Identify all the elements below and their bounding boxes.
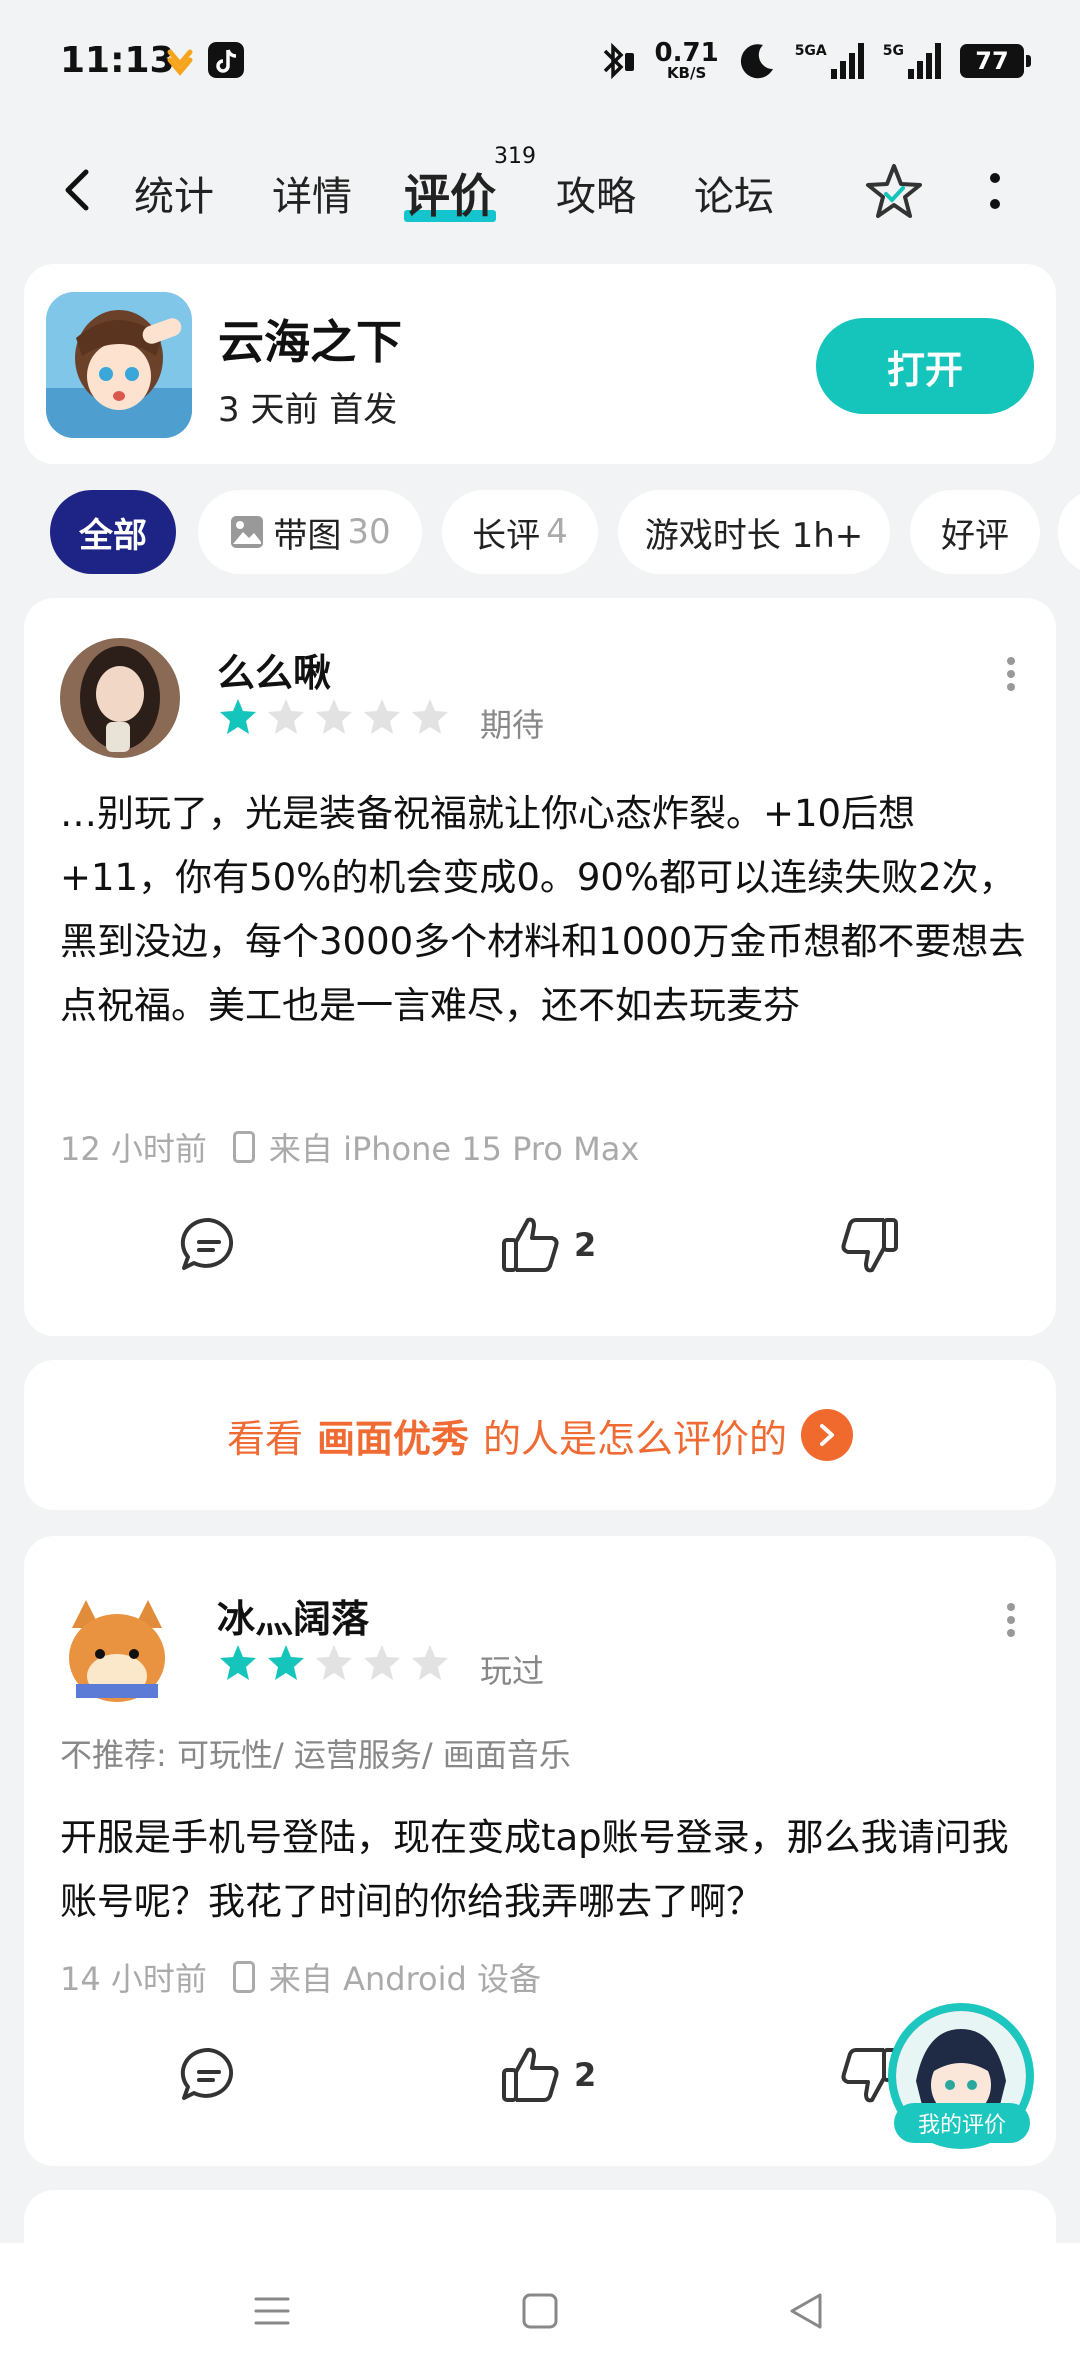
back-arrow-icon[interactable]	[58, 168, 98, 212]
comment-icon	[180, 2047, 234, 2100]
game-release-info: 3 天前 首发	[218, 390, 398, 430]
filter-chip-more[interactable]	[1058, 490, 1080, 574]
signal-bars-icon	[830, 43, 864, 79]
review-meta: 14 小时前 来自 Android 设备	[60, 1954, 541, 2000]
comment-icon	[180, 1217, 234, 1270]
review-count-badge: 319	[494, 144, 536, 169]
moon-icon	[740, 44, 773, 79]
thumbs-up-icon	[502, 2047, 559, 2102]
status-bar: 11:13 0.71 KB/S 5GA 5G 77	[0, 0, 1080, 120]
favorite-star-icon[interactable]	[862, 160, 926, 224]
review-time: 14 小时前	[60, 1960, 207, 1998]
network-speed: 0.71 KB/S	[654, 38, 719, 82]
filter-chip-count: 30	[347, 512, 391, 552]
comment-button[interactable]	[176, 2042, 242, 2108]
star-filled-icon	[268, 1645, 304, 1680]
like-button[interactable]: 2	[498, 1212, 596, 1278]
filter-chip-count: 4	[546, 512, 568, 552]
star-empty-icon	[412, 1645, 448, 1680]
heart-app-icon	[167, 49, 193, 76]
more-options-icon[interactable]	[988, 170, 1002, 214]
review-time: 12 小时前	[60, 1130, 207, 1168]
tab-forum[interactable]: 论坛	[694, 164, 774, 222]
filter-chip-all[interactable]: 全部	[50, 490, 176, 574]
tab-reviews[interactable]: 评价	[404, 160, 496, 226]
review-tags: 不推荐: 可玩性/ 运营服务/ 画面音乐	[60, 1736, 571, 1774]
filter-chip-label: 好评	[941, 515, 1009, 556]
game-card[interactable]: 云海之下 3 天前 首发 打开	[24, 264, 1056, 464]
star-filled-icon	[220, 1645, 256, 1680]
star-filled-icon	[220, 699, 256, 734]
my-review-label[interactable]: 我的评价	[894, 2103, 1030, 2143]
game-icon	[46, 292, 192, 438]
game-name: 云海之下	[218, 315, 402, 369]
image-icon	[231, 516, 264, 548]
review-device: 来自 iPhone 15 Pro Max	[268, 1130, 640, 1168]
review-content[interactable]: …别玩了，光是装备祝福就让你心态炸裂。+10后想+11，你有50%的机会变成0。…	[60, 782, 1028, 1038]
dislike-button[interactable]	[836, 1212, 902, 1278]
thumbs-down-icon	[841, 1218, 898, 1273]
back-icon[interactable]	[786, 2291, 826, 2331]
filter-chip-label: 长评	[472, 515, 541, 556]
tab-details[interactable]: 详情	[272, 164, 352, 222]
tab-reviews-label: 评价	[404, 169, 496, 223]
comment-button[interactable]	[176, 1212, 242, 1278]
filter-chip-label: 游戏时长 1h+	[644, 515, 864, 556]
filter-chip-label: 全部	[79, 515, 147, 556]
tiktok-icon	[208, 42, 244, 78]
filter-bar: 全部 带图 30 长评 4 游戏时长 1h+ 好评	[50, 490, 1080, 574]
user-avatar[interactable]	[60, 638, 180, 758]
filter-chip-label: 带图	[273, 515, 342, 556]
review-content[interactable]: 开服是手机号登陆，现在变成tap账号登录，那么我请问我账号呢？我花了时间的你给我…	[60, 1806, 1028, 1934]
star-empty-icon	[316, 1645, 352, 1680]
star-empty-icon	[316, 699, 352, 734]
tab-guides[interactable]: 攻略	[556, 164, 636, 222]
promo-banner[interactable]: 看看 画面优秀 的人是怎么评价的	[24, 1360, 1056, 1510]
filter-chip-with-image[interactable]: 带图 30	[198, 490, 422, 574]
signal-bars-icon	[908, 43, 941, 79]
play-status: 玩过	[480, 1652, 545, 1690]
top-nav: 统计 详情 评价 319 攻略 论坛	[0, 140, 1080, 240]
system-nav-bar	[0, 2243, 1080, 2375]
tab-stats[interactable]: 统计	[134, 164, 214, 222]
status-indicators: 0.71 KB/S 5GA 5G 77	[599, 36, 1031, 86]
phone-icon	[232, 1961, 255, 1993]
play-status: 期待	[480, 706, 545, 744]
promo-highlight: 画面优秀	[316, 1416, 469, 1461]
star-empty-icon	[412, 699, 448, 734]
star-rating	[217, 696, 451, 738]
promo-prefix: 看看	[226, 1416, 303, 1461]
review-device: 来自 Android 设备	[268, 1960, 541, 1998]
star-empty-icon	[268, 699, 304, 734]
battery-indicator: 77	[960, 44, 1031, 78]
thumbs-up-icon	[502, 1217, 559, 1272]
review-menu-icon[interactable]	[1006, 1602, 1016, 1638]
phone-icon	[232, 1131, 255, 1163]
like-count: 2	[574, 2056, 597, 2094]
user-avatar[interactable]	[52, 1588, 182, 1718]
star-empty-icon	[364, 699, 400, 734]
filter-chip-playtime[interactable]: 游戏时长 1h+	[618, 490, 890, 574]
filter-chip-long-review[interactable]: 长评 4	[442, 490, 598, 574]
home-icon[interactable]	[520, 2291, 560, 2331]
chevron-right-icon	[801, 1409, 854, 1461]
menu-icon[interactable]	[252, 2291, 292, 2331]
star-empty-icon	[364, 1645, 400, 1680]
review-menu-icon[interactable]	[1006, 656, 1016, 692]
filter-chip-positive[interactable]: 好评	[910, 490, 1040, 574]
star-rating	[217, 1642, 451, 1684]
status-time: 11:13	[60, 40, 175, 81]
open-game-button[interactable]: 打开	[816, 318, 1034, 414]
like-count: 2	[574, 1226, 597, 1264]
review-meta: 12 小时前 来自 iPhone 15 Pro Max	[60, 1124, 639, 1170]
like-button[interactable]: 2	[498, 2042, 596, 2108]
review-username[interactable]: 冰灬阔落	[217, 1588, 369, 1643]
review-username[interactable]: 么么啾	[217, 642, 331, 697]
bluetooth-icon	[603, 42, 634, 80]
review-card[interactable]: 么么啾 期待 …别玩了，光是装备祝福就让你心态炸裂。+10后想+11，你有50%…	[24, 598, 1056, 1336]
promo-suffix: 的人是怎么评价的	[483, 1416, 788, 1461]
signal-1: 5GA	[795, 43, 865, 79]
signal-2: 5G	[883, 43, 942, 79]
